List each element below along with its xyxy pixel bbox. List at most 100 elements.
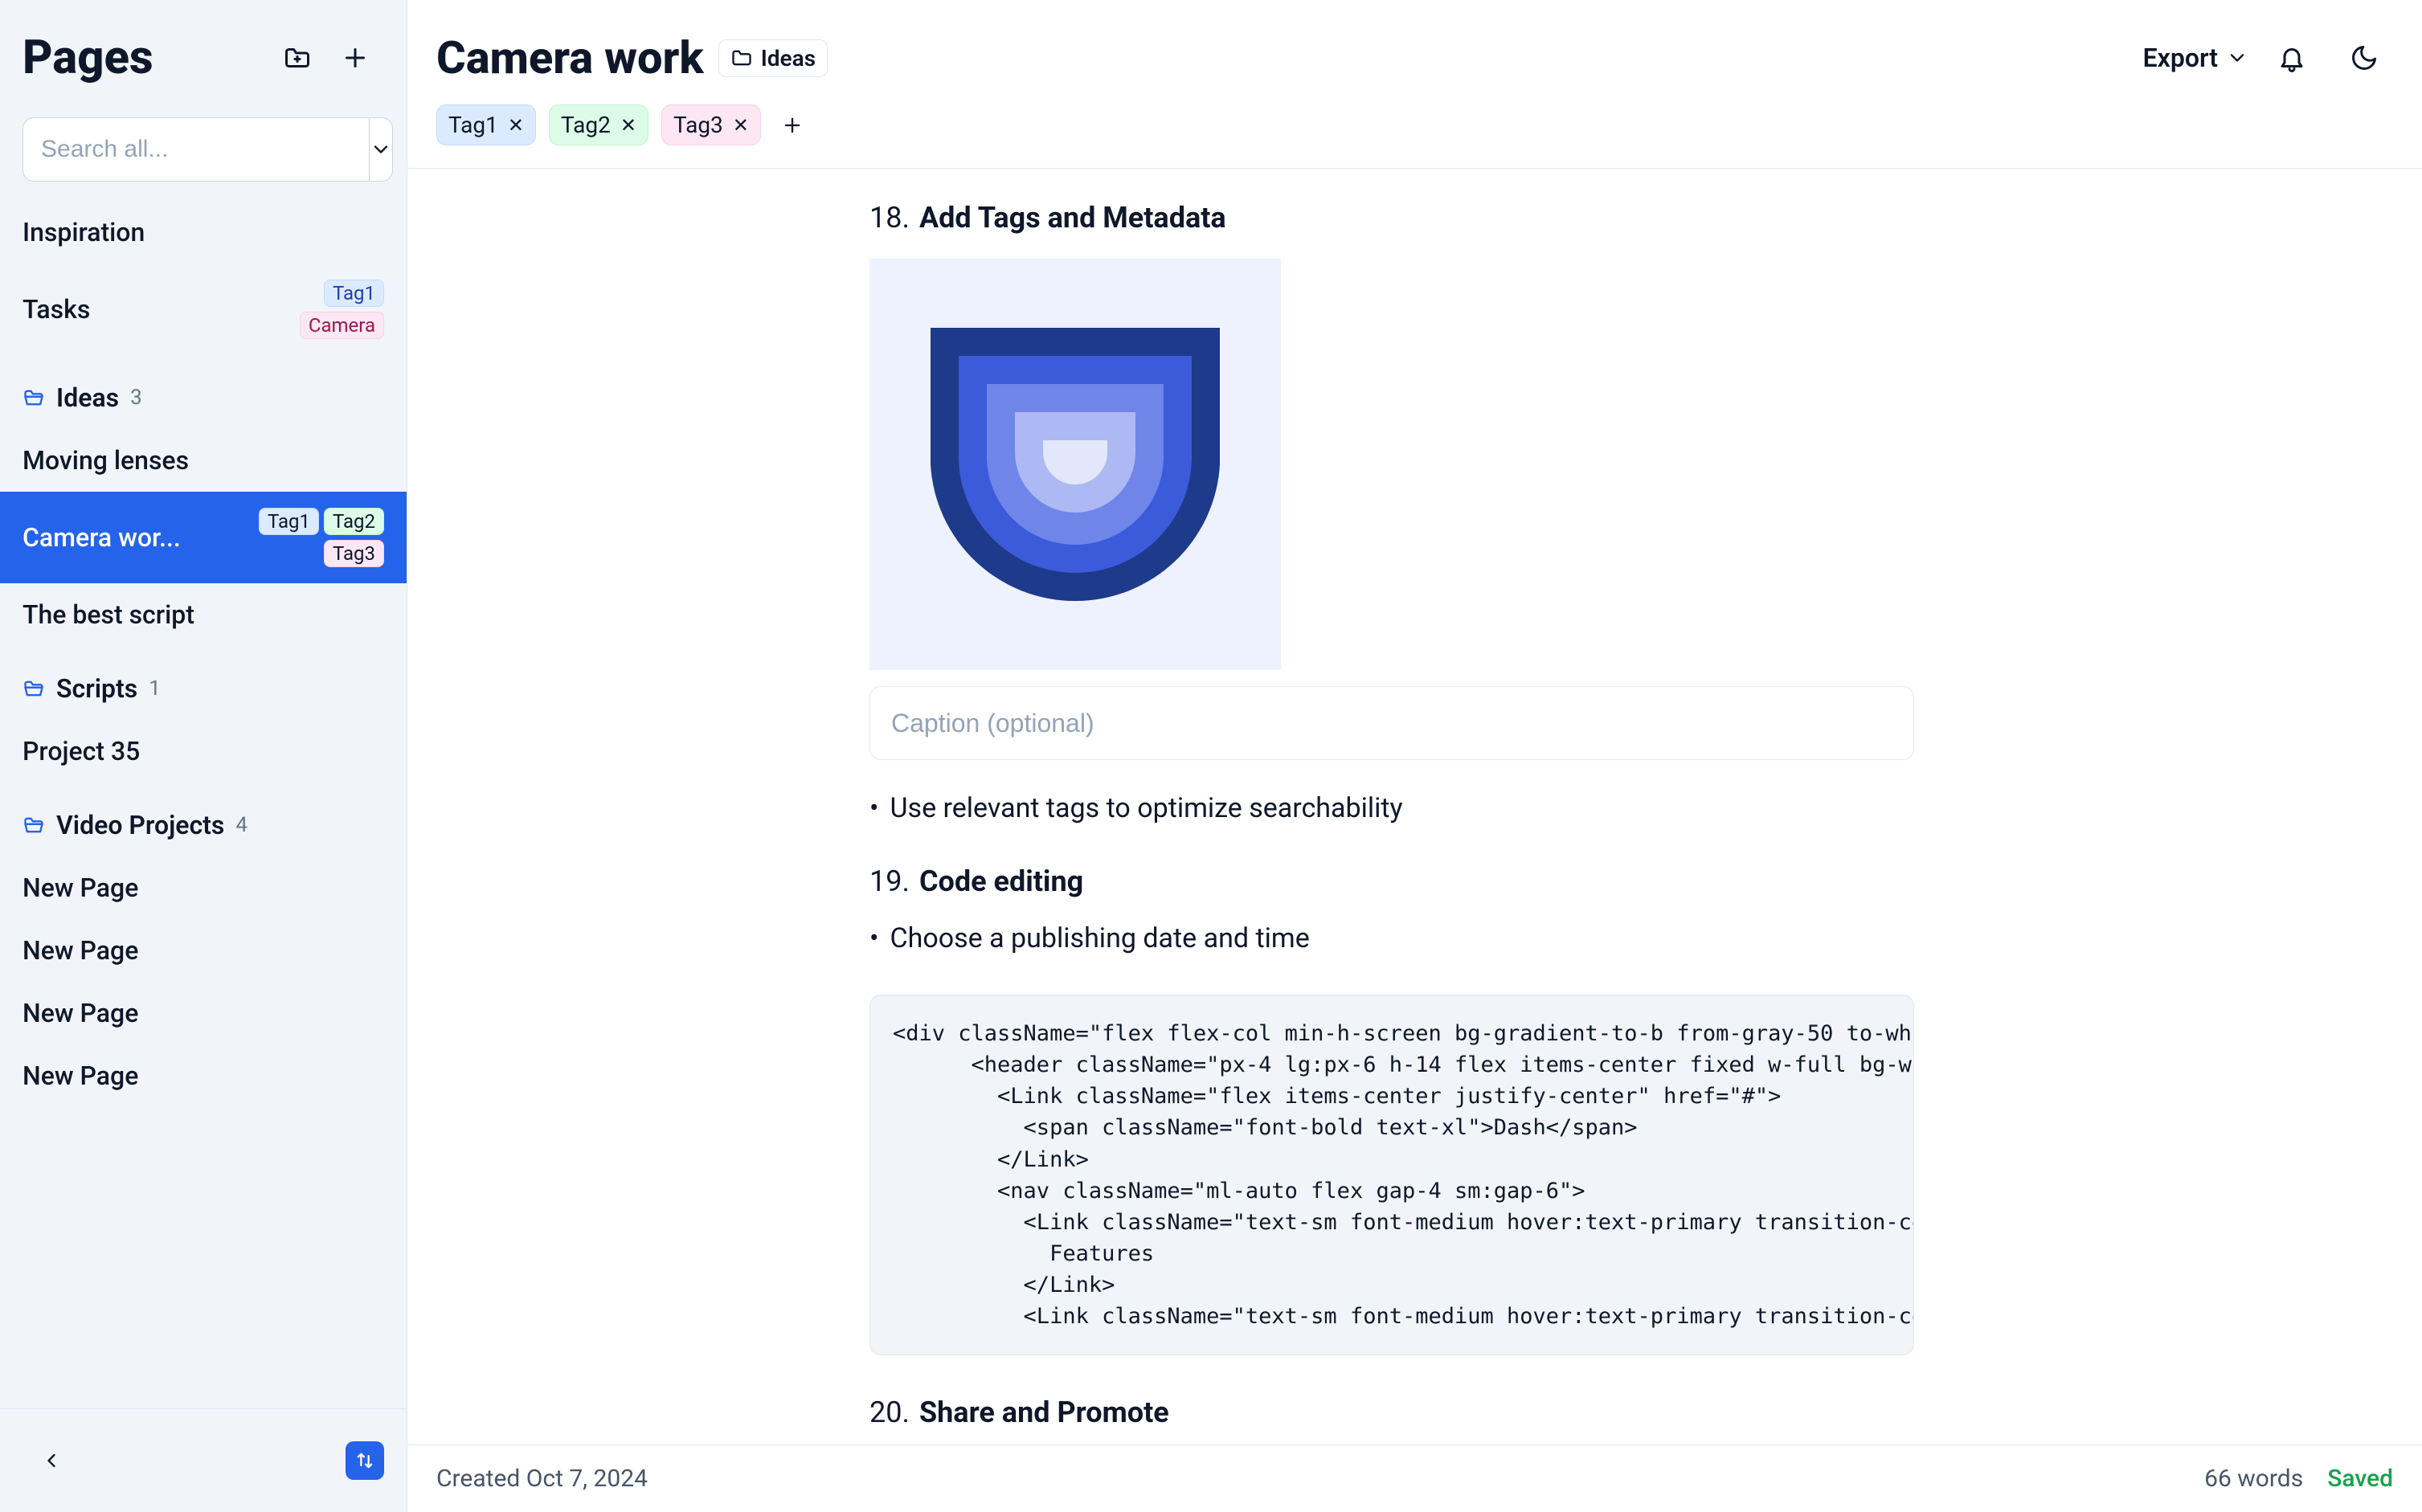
bullet-marker: • [869,792,878,824]
sidebar-item-label: Project 35 [23,736,140,766]
bullet: • Choose a publishing date and time [869,922,1914,954]
chevron-down-icon [370,138,392,161]
sidebar-item-label: New Page [23,998,138,1028]
sidebar-group-video-projects[interactable]: Video Projects 4 [0,794,407,856]
collapse-sidebar-button[interactable] [23,1432,80,1490]
folder-open-icon [23,814,45,836]
new-folder-button[interactable] [268,29,326,87]
sidebar-item-label: Tasks [23,294,90,325]
sidebar-group-ideas[interactable]: Ideas 3 [0,366,407,429]
folder-icon [730,47,753,69]
mini-tag: Tag1 [259,508,319,535]
heading-text: Code editing [919,864,1083,898]
bullet-marker: • [869,922,878,954]
remove-tag-icon[interactable]: ✕ [620,114,636,137]
created-date: Created Oct 7, 2024 [436,1465,648,1493]
sidebar-item-best-script[interactable]: The best script [0,583,407,646]
export-button[interactable]: Export [2143,43,2248,73]
plus-icon [781,114,804,137]
mini-tag: Tag1 [324,280,384,307]
folder-plus-icon [283,43,312,72]
bullet: • Use relevant tags to optimize searchab… [869,792,1914,824]
mini-tag: Tag2 [324,508,384,535]
heading-number: 18. [869,201,910,235]
bullet-text: Use relevant tags to optimize searchabil… [890,792,1402,824]
mini-tag: Tag3 [324,540,384,567]
sort-arrows-icon [354,1449,376,1472]
sidebar-item-inspiration[interactable]: Inspiration [0,201,407,264]
plus-icon [341,43,370,72]
moon-icon [2350,43,2379,72]
sidebar-title: Pages [23,31,268,85]
sidebar-item-label: New Page [23,1060,138,1091]
tag-label: Tag2 [561,112,611,138]
sidebar-group-count: 1 [149,676,161,701]
sidebar-item-new-page[interactable]: New Page [0,919,407,982]
sidebar-group-label: Ideas [56,382,119,413]
content: 18. Add Tags and Metadata • Use rel [407,169,2422,1445]
new-page-button[interactable] [326,29,384,87]
sidebar-item-label: New Page [23,872,138,903]
main: Camera work Ideas Export Tag1 ✕ [407,0,2422,1512]
mini-tag: Camera [300,312,384,339]
sidebar-item-new-page[interactable]: New Page [0,982,407,1044]
tag-row: Tag1 ✕ Tag2 ✕ Tag3 ✕ [407,98,2422,169]
add-tag-button[interactable] [774,107,811,144]
tag-chip[interactable]: Tag3 ✕ [661,104,761,145]
header: Camera work Ideas Export [407,0,2422,98]
chevron-left-icon [40,1449,63,1472]
sidebar-item-tasks[interactable]: Tasks Tag1 Camera [0,264,407,355]
remove-tag-icon[interactable]: ✕ [508,114,524,137]
search-filter-dropdown[interactable] [369,117,393,182]
sidebar-item-project-35[interactable]: Project 35 [0,720,407,783]
heading-text: Share and Promote [919,1396,1169,1429]
sidebar-header: Pages [0,0,407,101]
heading-18: 18. Add Tags and Metadata [869,201,1914,235]
heading-text: Add Tags and Metadata [919,201,1226,235]
bell-icon [2277,43,2306,72]
caption-input[interactable] [869,686,1914,760]
sidebar-item-moving-lenses[interactable]: Moving lenses [0,429,407,492]
footer: Created Oct 7, 2024 66 words Saved [407,1445,2422,1512]
breadcrumb[interactable]: Ideas [718,39,828,77]
theme-toggle-button[interactable] [2335,29,2393,87]
sidebar-item-tags: Tag1 Tag2 Tag3 [248,508,384,567]
sidebar-item-label: Camera wor... [23,522,181,553]
sidebar-item-camera-work[interactable]: Camera wor... Tag1 Tag2 Tag3 [0,492,407,583]
shield-graphic-icon [914,328,1236,601]
word-count: 66 words [2204,1465,2303,1493]
heading-number: 19. [869,864,910,898]
sidebar-item-label: Moving lenses [23,445,189,476]
sidebar-footer [0,1408,407,1512]
tag-chip[interactable]: Tag2 ✕ [549,104,648,145]
sidebar-item-new-page[interactable]: New Page [0,856,407,919]
search-row [0,101,407,201]
heading-number: 20. [869,1396,910,1429]
image-block[interactable] [869,259,1281,670]
export-label: Export [2143,43,2218,73]
sidebar-item-new-page[interactable]: New Page [0,1044,407,1107]
sidebar-group-label: Video Projects [56,810,224,840]
tag-label: Tag3 [673,112,723,138]
sidebar-item-label: Inspiration [23,217,145,247]
save-status: Saved [2327,1465,2393,1493]
sidebar-item-label: The best script [23,599,194,630]
sidebar-item-label: New Page [23,935,138,966]
sort-button[interactable] [346,1441,384,1480]
folder-open-icon [23,677,45,700]
code-block[interactable]: <div className="flex flex-col min-h-scre… [869,995,1914,1355]
remove-tag-icon[interactable]: ✕ [733,114,749,137]
chevron-down-icon [2226,47,2248,69]
bullet-text: Choose a publishing date and time [890,922,1309,954]
folder-open-icon [23,386,45,409]
notifications-button[interactable] [2263,29,2321,87]
search-input[interactable] [23,117,369,182]
tag-chip[interactable]: Tag1 ✕ [436,104,536,145]
sidebar: Pages Inspiration Tasks Tag1 [0,0,407,1512]
page-title: Camera work [436,31,704,84]
sidebar-group-scripts[interactable]: Scripts 1 [0,657,407,720]
sidebar-group-count: 3 [130,386,142,410]
heading-20: 20. Share and Promote [869,1396,1914,1429]
sidebar-group-label: Scripts [56,673,137,704]
sidebar-nav: Inspiration Tasks Tag1 Camera Ideas 3 Mo… [0,201,407,1408]
